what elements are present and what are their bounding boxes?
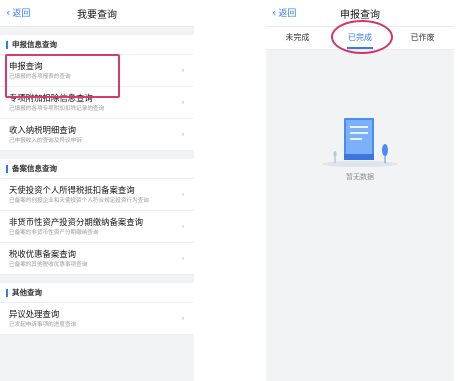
menu-item-tax-incentive-query[interactable]: 税收优惠备案查询 已备案的其他税收优惠事项查询 › xyxy=(0,243,194,275)
section-header-declaration: 申报信息查询 xyxy=(0,35,194,55)
chevron-right-icon: › xyxy=(181,97,185,108)
tab-voided[interactable]: 已作废 xyxy=(391,27,454,49)
menu-item-declaration-query[interactable]: 申报查询 已填报的各项报表的查询 › xyxy=(0,55,194,87)
item-subtitle: 已备案的非货币性资产分期缴纳查询 xyxy=(9,230,99,236)
section-header-other: 其他查询 xyxy=(0,283,194,303)
chevron-right-icon: › xyxy=(181,253,185,264)
empty-state: 暂无数据 xyxy=(266,110,454,181)
item-subtitle: 已备案的其他税收优惠事项查询 xyxy=(9,262,88,268)
chevron-right-icon: › xyxy=(181,313,185,324)
menu-item-non-monetary-asset-query[interactable]: 非货币性资产投资分期缴纳备案查询 已备案的非货币性资产分期缴纳查询 › xyxy=(0,211,194,243)
chevron-right-icon: › xyxy=(181,221,185,232)
section-marker xyxy=(6,164,8,173)
item-subtitle: 已申报收入的查询及异议申诉 xyxy=(9,138,82,144)
item-title: 天使投资个人所得税抵扣备案查询 xyxy=(9,185,135,195)
item-title: 申报查询 xyxy=(9,61,43,71)
empty-document-icon xyxy=(322,118,398,167)
nav-bar: ‹ 返回 我要查询 xyxy=(0,0,194,27)
item-subtitle: 已备案的创投企业和天使投资个人符合规定投资行为查询 xyxy=(9,198,149,204)
page-title: 我要查询 xyxy=(77,10,117,21)
item-title: 非货币性资产投资分期缴纳备案查询 xyxy=(9,217,143,227)
menu-item-objection-query[interactable]: 异议处理查询 已发起申诉事项的进度查询 › xyxy=(0,303,194,335)
item-title: 税收优惠备案查询 xyxy=(9,249,76,259)
tab-incomplete[interactable]: 未完成 xyxy=(266,27,329,49)
empty-state-text: 暂无数据 xyxy=(346,173,374,181)
declaration-query-screen: ‹ 返回 申报查询 未完成 已完成 已作废 暂无数据 xyxy=(266,0,454,381)
item-title: 专项附加扣除信息查询 xyxy=(9,93,93,103)
chevron-right-icon: › xyxy=(181,129,185,140)
section-marker xyxy=(6,288,8,297)
item-title: 异议处理查询 xyxy=(9,309,60,319)
menu-item-special-deduction-query[interactable]: 专项附加扣除信息查询 已填报的各项专项附加扣除记录的查询 › xyxy=(0,87,194,119)
section-marker xyxy=(6,40,8,49)
page-title: 申报查询 xyxy=(340,10,380,21)
menu-item-angel-investment-query[interactable]: 天使投资个人所得税抵扣备案查询 已备案的创投企业和天使投资个人符合规定投资行为查… xyxy=(0,179,194,211)
query-menu-screen: ‹ 返回 我要查询 申报信息查询 申报查询 已填报的各项报表的查询 › 专项附加… xyxy=(0,0,194,381)
nav-bar: ‹ 返回 申报查询 xyxy=(266,0,454,27)
item-title: 收入纳税明细查询 xyxy=(9,125,76,135)
item-subtitle: 已填报的各项专项附加扣除记录的查询 xyxy=(9,106,105,112)
item-subtitle: 已填报的各项报表的查询 xyxy=(9,74,71,80)
item-subtitle: 已发起申诉事项的进度查询 xyxy=(9,322,77,328)
menu-item-income-tax-detail-query[interactable]: 收入纳税明细查询 已申报收入的查询及异议申诉 › xyxy=(0,119,194,151)
section-header-filing: 备案信息查询 xyxy=(0,159,194,179)
chevron-right-icon: › xyxy=(181,189,185,200)
tab-completed[interactable]: 已完成 xyxy=(329,27,392,49)
status-tabs: 未完成 已完成 已作废 xyxy=(266,27,454,50)
chevron-right-icon: › xyxy=(181,65,185,76)
